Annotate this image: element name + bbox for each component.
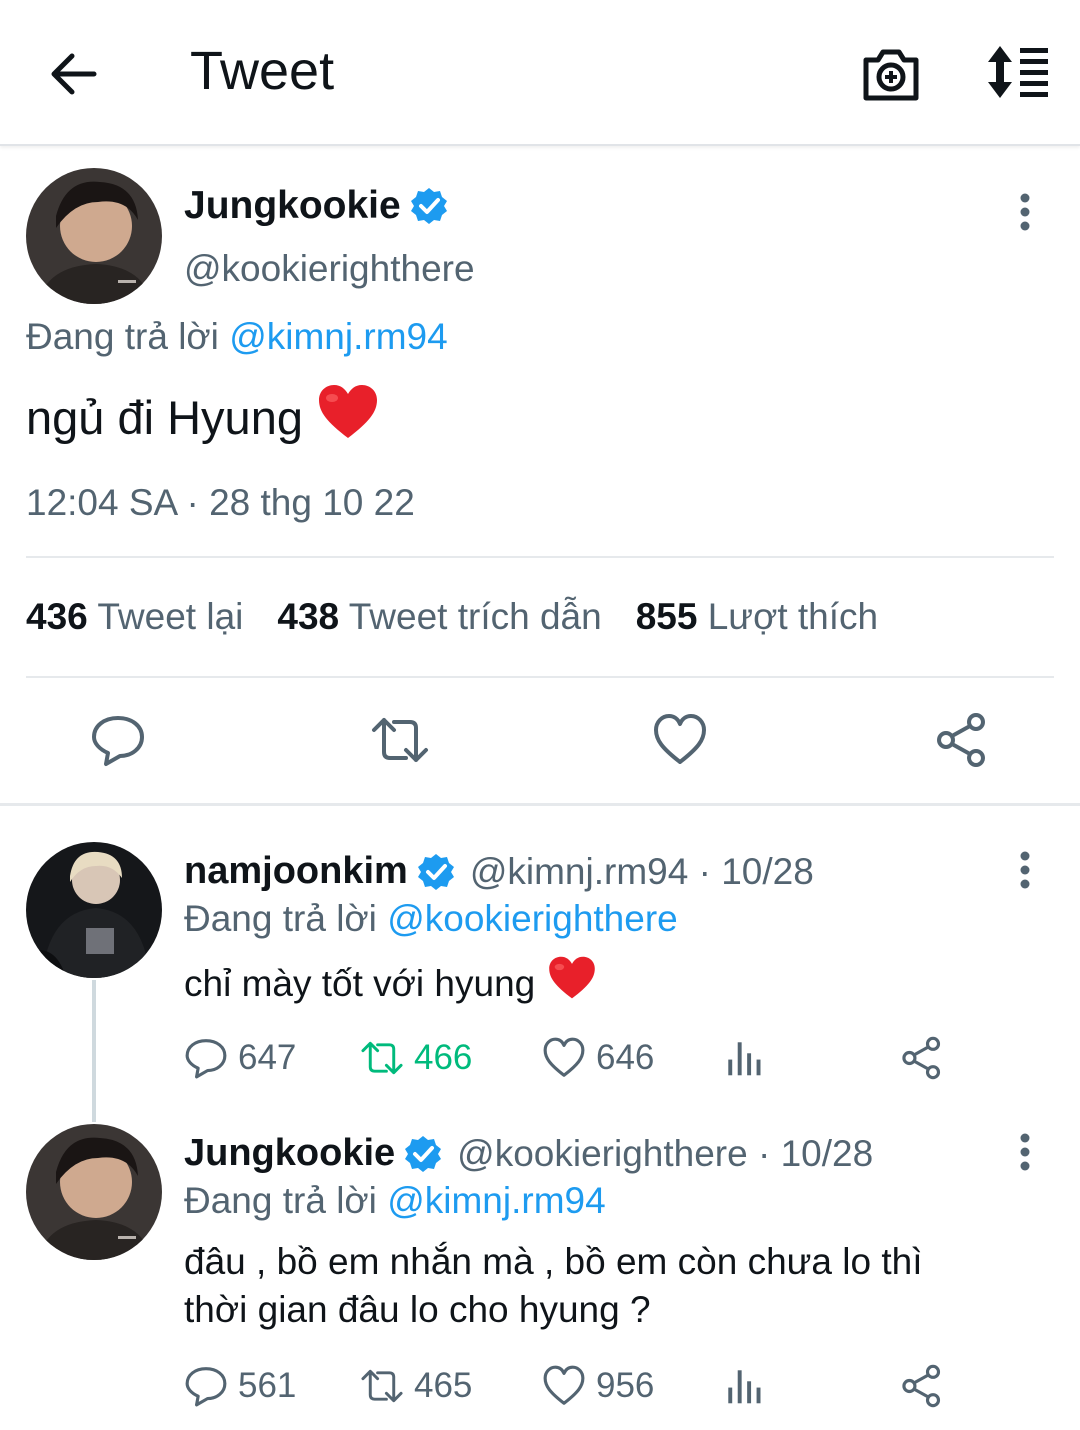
like-button[interactable]: 956: [542, 1364, 654, 1408]
quote-count: 438: [277, 596, 340, 637]
retweet-icon: [361, 1041, 403, 1075]
retweet-count: 436: [26, 596, 88, 637]
reply-button[interactable]: 561: [184, 1364, 296, 1408]
top-bar: Tweet: [0, 0, 1080, 146]
reply-text: đâu , bồ em nhắn mà , bồ em còn chưa lo …: [184, 1238, 922, 1334]
retweet-count: 465: [414, 1366, 473, 1405]
verified-badge-icon: [403, 1134, 443, 1174]
author-name-text: Jungkookie: [184, 184, 401, 227]
more-options-icon[interactable]: [1010, 1130, 1040, 1180]
reply-actions: 647 466 646: [184, 1036, 964, 1084]
verified-badge-icon: [416, 852, 456, 892]
like-icon[interactable]: [652, 712, 708, 768]
analytics-button[interactable]: [722, 1036, 766, 1080]
reply-icon[interactable]: [90, 712, 146, 768]
replying-to-label: Đang trả lời: [184, 1180, 377, 1221]
camera-icon[interactable]: [860, 44, 922, 104]
divider: [26, 676, 1054, 678]
verified-badge-icon: [409, 186, 449, 226]
red-heart-emoji: [547, 956, 597, 1012]
like-count: 855: [635, 596, 698, 637]
tweet-text: ngủ đi Hyung: [26, 384, 379, 451]
share-button[interactable]: [900, 1364, 944, 1408]
share-icon: [902, 1364, 941, 1408]
reply-date: 10/28: [721, 850, 814, 892]
author-name[interactable]: Jungkookie: [184, 184, 449, 228]
author-name[interactable]: Jungkookie: [184, 1132, 395, 1175]
analytics-button[interactable]: [722, 1364, 766, 1408]
like-icon: [543, 1365, 585, 1405]
avatar[interactable]: [26, 842, 162, 978]
red-heart-emoji: [317, 384, 379, 451]
thread-line: [92, 980, 96, 1122]
retweet-count: 466: [414, 1038, 473, 1077]
reply-text-line: thời gian đâu lo cho hyung ?: [184, 1289, 651, 1330]
replying-to-label: Đang trả lời: [26, 316, 219, 357]
retweet-button[interactable]: 466: [360, 1036, 472, 1080]
timestamp: 12:04 SA · 28 thg 10 22: [26, 482, 415, 523]
reply-count: 647: [238, 1038, 297, 1077]
sort-icon[interactable]: [982, 44, 1052, 100]
handle-text: @kookierighthere: [457, 1132, 748, 1174]
tweet-actions: [0, 710, 1080, 774]
mention-link[interactable]: @kimnj.rm94: [387, 1180, 605, 1221]
more-options-icon[interactable]: [1010, 848, 1040, 898]
author-handle[interactable]: @kookierighthere: [184, 248, 475, 290]
avatar[interactable]: [26, 168, 162, 304]
page-title: Tweet: [190, 41, 335, 101]
author-handle: @kimnj.rm94 · 10/28: [469, 850, 814, 892]
replying-to: Đang trả lời @kimnj.rm94: [184, 1180, 606, 1222]
quote-label: Tweet trích dẫn: [348, 596, 602, 637]
share-icon[interactable]: [934, 712, 990, 768]
author-handle: @kookierighthere · 10/28: [457, 1132, 874, 1174]
like-icon: [543, 1037, 585, 1077]
reply-button[interactable]: 647: [184, 1036, 296, 1080]
reply-header: namjoonkim @kimnj.rm94 · 10/28: [184, 850, 814, 893]
tweet-stats: 436 Tweet lại 438 Tweet trích dẫn 855 Lư…: [26, 596, 878, 638]
reply-text-line: đâu , bồ em nhắn mà , bồ em còn chưa lo …: [184, 1241, 923, 1282]
reply-text-body: chỉ mày tốt với hyung: [184, 963, 536, 1004]
retweet-label: Tweet lại: [97, 596, 244, 637]
share-icon: [902, 1036, 941, 1080]
reply-icon: [185, 1039, 227, 1079]
like-label: Lượt thích: [707, 596, 879, 637]
like-count-stat[interactable]: 855 Lượt thích: [636, 596, 878, 638]
analytics-icon: [728, 1042, 761, 1076]
replying-to-label: Đang trả lời: [184, 898, 377, 939]
replying-to: Đang trả lời @kimnj.rm94: [26, 316, 448, 358]
quote-count-stat[interactable]: 438 Tweet trích dẫn: [277, 596, 601, 638]
handle-text: @kimnj.rm94: [469, 850, 689, 892]
analytics-icon: [728, 1370, 761, 1404]
retweet-icon: [361, 1369, 403, 1403]
divider: [26, 556, 1054, 558]
more-options-icon[interactable]: [1010, 190, 1040, 240]
share-button[interactable]: [900, 1036, 944, 1080]
reply-header: Jungkookie @kookierighthere · 10/28: [184, 1132, 873, 1175]
reply-date: 10/28: [780, 1132, 874, 1174]
reply-count: 561: [238, 1366, 297, 1405]
like-count: 956: [596, 1366, 655, 1405]
mention-link[interactable]: @kookierighthere: [387, 898, 678, 939]
section-separator: [0, 803, 1080, 806]
reply-actions: 561 465 956: [184, 1364, 964, 1412]
back-arrow-icon[interactable]: [46, 48, 102, 100]
retweet-count-stat[interactable]: 436 Tweet lại: [26, 596, 243, 638]
mention-link[interactable]: @kimnj.rm94: [229, 316, 447, 357]
retweet-icon[interactable]: [370, 712, 428, 768]
author-name[interactable]: namjoonkim: [184, 850, 408, 893]
replying-to: Đang trả lời @kookierighthere: [184, 898, 678, 940]
reply-text: chỉ mày tốt với hyung: [184, 956, 597, 1012]
like-button[interactable]: 646: [542, 1036, 654, 1080]
tweet-text-body: ngủ đi Hyung: [26, 391, 303, 444]
like-count: 646: [596, 1038, 655, 1077]
avatar[interactable]: [26, 1124, 162, 1260]
retweet-button[interactable]: 465: [360, 1364, 472, 1408]
reply-icon: [185, 1367, 227, 1407]
